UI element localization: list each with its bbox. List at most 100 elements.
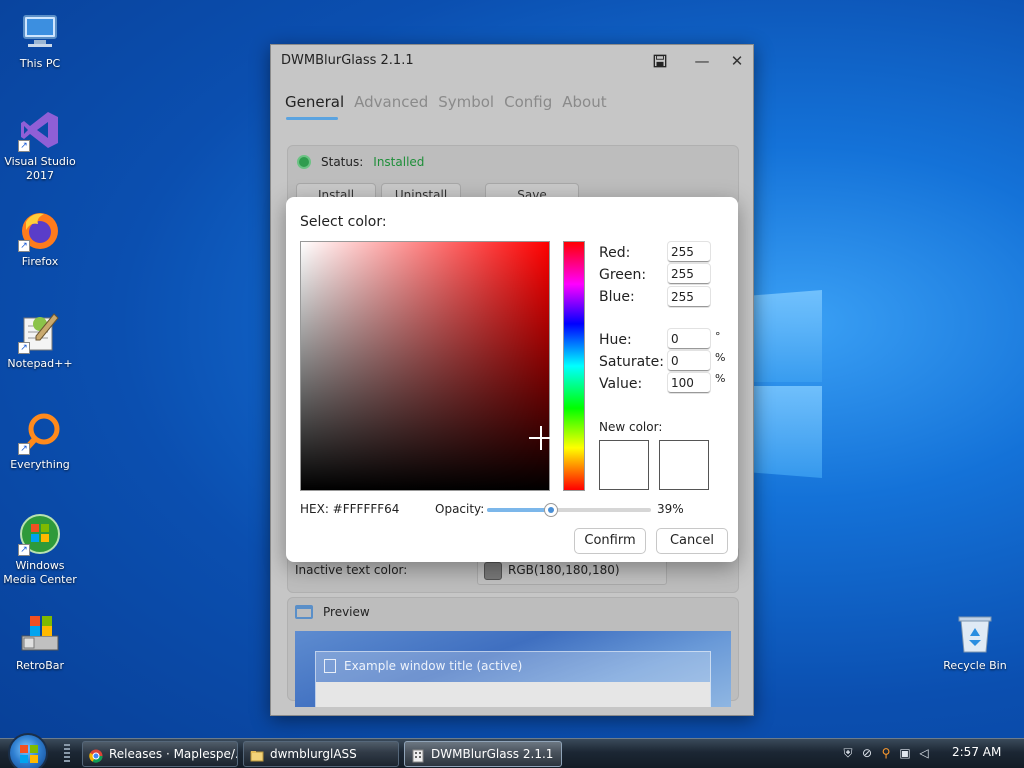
volume-muted-icon[interactable]: ◁	[916, 745, 932, 761]
blue-label: Blue:	[599, 289, 635, 305]
opacity-slider-thumb[interactable]	[543, 503, 558, 517]
taskbar-task-dwmblurglass[interactable]: DWMBlurGlass 2.1.1	[404, 741, 562, 767]
red-label: Red:	[599, 245, 631, 261]
desktop-icon-label: RetroBar	[15, 659, 65, 672]
building-icon	[411, 747, 425, 763]
value-unit: %	[715, 372, 726, 385]
shortcut-arrow-icon: ↗	[18, 443, 30, 455]
desktop-icon-label: Everything	[10, 458, 70, 471]
retrobar-icon	[18, 612, 62, 656]
taskbar-grip[interactable]	[64, 744, 70, 764]
save-icon[interactable]	[646, 49, 674, 73]
new-color-swatch	[599, 440, 649, 490]
old-color-swatch	[659, 440, 709, 490]
opacity-value: 39%	[657, 502, 684, 516]
task-label: Releases · Maplespe/...	[109, 747, 238, 761]
shortcut-arrow-icon: ↗	[18, 342, 30, 354]
desktop-icon-label: Notepad++	[7, 357, 73, 370]
status-dot-icon	[297, 155, 311, 169]
preview-header: Preview	[295, 605, 370, 619]
hue-unit: °	[715, 330, 721, 343]
status-row: Status: Installed	[297, 155, 424, 169]
color-swatch	[484, 562, 502, 580]
status-label: Status:	[321, 155, 364, 169]
desktop-icon-windows-media-center[interactable]: ↗ Windows Media Center	[0, 512, 80, 587]
logo-pane-bottom	[752, 386, 822, 478]
windows-flag-icon	[20, 745, 38, 763]
minimize-button[interactable]: —	[688, 49, 716, 73]
magnifier-icon: ↗	[18, 411, 62, 455]
desktop-icon-notepadpp[interactable]: ↗ Notepad++	[0, 310, 80, 371]
example-window-title: Example window title (active)	[344, 659, 523, 673]
desktop-icon-label: Visual Studio 2017	[4, 155, 76, 182]
clock[interactable]: 2:57 AM	[952, 745, 1001, 759]
saturate-unit: %	[715, 351, 726, 364]
green-input[interactable]	[668, 264, 710, 284]
wallpaper-windows-logo	[752, 290, 822, 480]
media-center-icon: ↗	[18, 512, 62, 556]
desktop-icon-recycle-bin[interactable]: Recycle Bin	[935, 612, 1015, 673]
cancel-button[interactable]: Cancel	[656, 528, 728, 554]
shortcut-arrow-icon: ↗	[18, 140, 30, 152]
tab-config[interactable]: Config	[504, 93, 552, 111]
preview-area: Example window title (active)	[295, 631, 731, 707]
computer-icon	[18, 10, 62, 54]
window-title: DWMBlurGlass 2.1.1	[281, 53, 414, 68]
inactive-text-color-value: RGB(180,180,180)	[508, 563, 620, 577]
example-window-body	[316, 682, 710, 707]
preview-label: Preview	[323, 605, 370, 619]
shortcut-arrow-icon: ↗	[18, 240, 30, 252]
hue-slider[interactable]	[563, 241, 585, 491]
tab-general[interactable]: General	[285, 93, 344, 111]
close-button[interactable]: ✕	[723, 49, 751, 73]
shortcut-arrow-icon: ↗	[18, 544, 30, 556]
taskbar-task-folder[interactable]: dwmblurglASS	[243, 741, 399, 767]
hue-label: Hue:	[599, 332, 632, 348]
desktop-icon-visual-studio[interactable]: ↗ Visual Studio 2017	[0, 108, 80, 183]
shield-flag-icon[interactable]: ⛨	[840, 745, 856, 761]
visual-studio-icon: ↗	[18, 108, 62, 152]
desktop-icon-label: This PC	[19, 57, 61, 70]
desktop-icon-this-pc[interactable]: This PC	[0, 10, 80, 71]
start-button[interactable]	[8, 733, 48, 768]
taskbar: Releases · Maplespe/... dwmblurglASS DWM…	[0, 733, 1024, 768]
desktop-icon-everything[interactable]: ↗ Everything	[0, 411, 80, 472]
task-label: dwmblurglASS	[270, 747, 357, 761]
opacity-slider[interactable]	[487, 503, 651, 517]
saturate-input[interactable]	[668, 351, 710, 371]
crosshair-icon[interactable]	[529, 426, 553, 450]
desktop-icon-firefox[interactable]: ↗ Firefox	[0, 208, 80, 269]
network-icon[interactable]: ▣	[897, 745, 913, 761]
hue-input[interactable]	[668, 329, 710, 349]
taskbar-task-chrome[interactable]: Releases · Maplespe/...	[82, 741, 238, 767]
value-input[interactable]	[668, 373, 710, 393]
dialog-title: Select color:	[300, 214, 387, 230]
new-color-label: New color:	[599, 420, 663, 434]
active-tab-indicator	[286, 117, 338, 120]
desktop-icon-retrobar[interactable]: RetroBar	[0, 612, 80, 673]
folder-icon	[250, 747, 264, 762]
firefox-icon: ↗	[18, 208, 62, 252]
tab-bar: General Advanced Symbol Config About	[285, 93, 607, 111]
red-input[interactable]	[668, 242, 710, 262]
saturation-value-picker[interactable]	[300, 241, 553, 491]
building-icon	[324, 659, 336, 673]
tab-symbol[interactable]: Symbol	[438, 93, 494, 111]
select-color-dialog: Select color: Red: Green: Blue: Hue: ° S…	[286, 197, 738, 562]
confirm-button[interactable]: Confirm	[574, 528, 646, 554]
tab-about[interactable]: About	[562, 93, 606, 111]
desktop-icon-label: Recycle Bin	[943, 659, 1007, 672]
search-icon[interactable]: ⚲	[878, 745, 894, 761]
desktop-icon-label: Firefox	[21, 255, 59, 268]
notepadpp-icon: ↗	[18, 310, 62, 354]
recycle-bin-icon	[953, 612, 997, 656]
task-label: DWMBlurGlass 2.1.1	[431, 747, 554, 761]
tab-advanced[interactable]: Advanced	[354, 93, 428, 111]
inactive-text-color-label: Inactive text color:	[295, 563, 408, 577]
hex-value[interactable]: HEX: #FFFFFF64	[300, 502, 399, 516]
value-label: Value:	[599, 376, 643, 392]
blue-input[interactable]	[668, 287, 710, 307]
desktop-icon-label: Windows Media Center	[3, 559, 77, 586]
network-disabled-icon[interactable]: ⊘	[859, 745, 875, 761]
window-preview-icon	[295, 605, 313, 619]
